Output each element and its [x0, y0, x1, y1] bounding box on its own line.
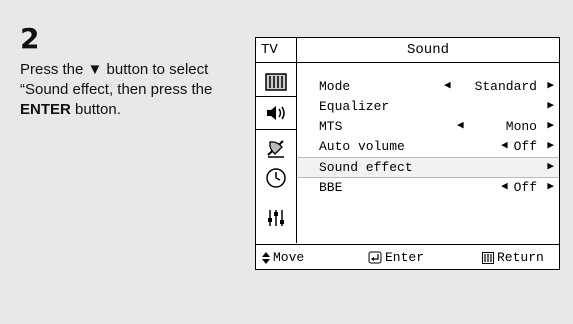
row-label: MTS [319, 119, 343, 134]
menu-footer: Move Enter Return [256, 244, 559, 270]
footer-return: Return [482, 245, 544, 270]
row-value: Mono [505, 119, 537, 134]
row-value: Standard [474, 79, 537, 94]
menu-row-mode[interactable]: Mode ◀ Standard ▶ [297, 76, 559, 97]
left-arrow-icon[interactable]: ◀ [457, 116, 464, 137]
instruction-part-1: Press the [20, 61, 88, 78]
instruction-text: Press the ▼ button to select “Sound effe… [20, 60, 245, 120]
row-value: Off [513, 180, 537, 195]
menu-header: TV Sound [256, 38, 559, 63]
menu-row-bbe[interactable]: BBE ◀ Off ▶ [297, 177, 559, 198]
footer-return-label: Return [497, 250, 544, 265]
setup-icon[interactable] [263, 205, 289, 231]
enter-keyword: ENTER [20, 101, 71, 118]
channel-icon[interactable] [263, 135, 289, 161]
sound-icon[interactable] [256, 96, 296, 130]
footer-move: Move [262, 245, 304, 270]
menu-icon [482, 251, 494, 264]
row-label: Sound effect [319, 160, 413, 175]
left-arrow-icon[interactable]: ◀ [444, 76, 451, 97]
right-arrow-icon[interactable]: ▶ [547, 158, 554, 177]
row-label: Equalizer [319, 99, 390, 114]
row-value: Off [513, 139, 537, 154]
right-arrow-icon[interactable]: ▶ [547, 136, 554, 157]
row-label: Auto volume [319, 139, 405, 154]
footer-move-label: Move [273, 250, 305, 265]
right-arrow-icon[interactable]: ▶ [547, 96, 554, 117]
sound-menu-panel: TV Sound Mode ◀ Standard ▶ Equalizer ▶ M… [255, 37, 560, 270]
row-label: Mode [319, 79, 351, 94]
footer-enter-label: Enter [385, 250, 425, 265]
menu-row-auto-volume[interactable]: Auto volume ◀ Off ▶ [297, 136, 559, 157]
menu-row-equalizer[interactable]: Equalizer ▶ [297, 96, 559, 117]
step-number: 2 [20, 22, 40, 55]
menu-title: Sound [406, 42, 449, 58]
instruction-part-3: button. [70, 101, 121, 118]
right-arrow-icon[interactable]: ▶ [547, 116, 554, 137]
tv-label: TV [261, 42, 278, 58]
up-down-icon [262, 251, 270, 264]
menu-row-sound-effect[interactable]: Sound effect ▶ [297, 157, 559, 178]
enter-icon [368, 251, 382, 264]
left-arrow-icon[interactable]: ◀ [501, 136, 508, 157]
picture-icon[interactable] [263, 69, 289, 95]
right-arrow-icon[interactable]: ▶ [547, 76, 554, 97]
menu-row-mts[interactable]: MTS ◀ Mono ▶ [297, 116, 559, 137]
menu-icon-column [256, 63, 297, 243]
down-arrow-icon: ▼ [87, 61, 103, 78]
left-arrow-icon[interactable]: ◀ [501, 177, 508, 198]
clock-icon[interactable] [263, 165, 289, 191]
row-label: BBE [319, 180, 343, 195]
footer-enter: Enter [368, 245, 424, 270]
right-arrow-icon[interactable]: ▶ [547, 177, 554, 198]
